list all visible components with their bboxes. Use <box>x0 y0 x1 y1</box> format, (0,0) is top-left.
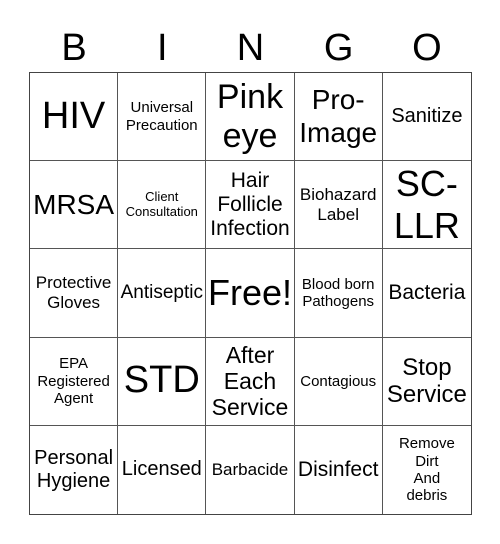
cell-label: Bacteria <box>388 280 466 304</box>
bingo-cell[interactable]: Licensed <box>118 425 207 514</box>
free-space-cell[interactable]: Free! <box>206 249 295 338</box>
bingo-cell[interactable]: Contagious <box>294 337 383 426</box>
bingo-cell[interactable]: Personal Hygiene <box>30 425 119 514</box>
cell-label: Contagious <box>300 372 377 390</box>
cell-label: HIV <box>41 94 106 137</box>
cell-label: EPA Registered Agent <box>37 355 110 407</box>
bingo-header: B I N G O <box>30 24 471 72</box>
cell-label: Remove Dirt And debris <box>398 435 455 505</box>
bingo-cell[interactable]: SC- LLR <box>382 161 471 250</box>
bingo-cell[interactable]: Barbacide <box>206 425 295 514</box>
bingo-cell[interactable]: After Each Service <box>206 337 295 426</box>
bingo-cell[interactable]: Universal Precaution <box>118 73 207 162</box>
cell-label: Antiseptic <box>120 282 203 304</box>
cell-label: MRSA <box>33 188 115 220</box>
bingo-cell[interactable]: Stop Service <box>382 338 471 426</box>
bingo-cell[interactable]: Protective Gloves <box>30 249 119 338</box>
bingo-cell[interactable]: STD <box>118 337 207 426</box>
bingo-cell[interactable]: Hair Follicle Infection <box>206 161 295 250</box>
cell-label: Blood born Pathogens <box>301 275 375 310</box>
cell-label: STD <box>123 359 200 402</box>
cell-label: Hair Follicle Infection <box>210 168 290 240</box>
cell-label: Sanitize <box>391 105 463 128</box>
bingo-cell[interactable]: Pro- Image <box>294 73 383 162</box>
bingo-cell[interactable]: Client Consultation <box>118 161 207 250</box>
cell-label: Barbacide <box>211 460 289 480</box>
cell-label: Universal Precaution <box>125 99 198 134</box>
header-letter-g: G <box>323 27 354 69</box>
cell-label: Biohazard Label <box>299 185 377 224</box>
cell-label: Free! <box>207 272 292 314</box>
bingo-cell[interactable]: EPA Registered Agent <box>30 337 119 426</box>
header-letter-i: I <box>157 27 168 69</box>
cell-label: Disinfect <box>297 457 379 481</box>
bingo-cell[interactable]: Biohazard Label <box>294 161 383 250</box>
bingo-cell[interactable]: Blood born Pathogens <box>294 249 383 338</box>
bingo-cell[interactable]: HIV <box>30 73 119 162</box>
bingo-grid: HIV Universal Precaution Pink eye Pro- Imag… <box>29 72 472 515</box>
cell-label: Pro- Image <box>299 84 378 148</box>
cell-label: After Each Service <box>211 341 289 421</box>
bingo-cell[interactable]: MRSA <box>30 161 119 250</box>
header-letter-o: O <box>412 27 442 69</box>
bingo-cell[interactable]: Bacteria <box>382 249 471 338</box>
cell-label: Personal Hygiene <box>34 446 114 492</box>
bingo-cell[interactable]: Pink eye <box>206 73 295 162</box>
bingo-cell[interactable]: Antiseptic <box>118 249 207 338</box>
cell-label: Client Consultation <box>125 188 198 219</box>
cell-label: Licensed <box>121 458 202 481</box>
header-letter-n: N <box>236 27 265 69</box>
cell-label: Pink eye <box>216 77 284 155</box>
bingo-cell[interactable]: Sanitize <box>382 73 471 162</box>
cell-label: SC- LLR <box>393 163 460 246</box>
cell-label: Stop Service <box>386 353 467 409</box>
header-letter-b: B <box>61 27 87 69</box>
cell-label: Protective Gloves <box>35 273 112 312</box>
bingo-cell[interactable]: Disinfect <box>295 425 383 514</box>
bingo-cell[interactable]: Remove Dirt And debris <box>383 426 471 514</box>
